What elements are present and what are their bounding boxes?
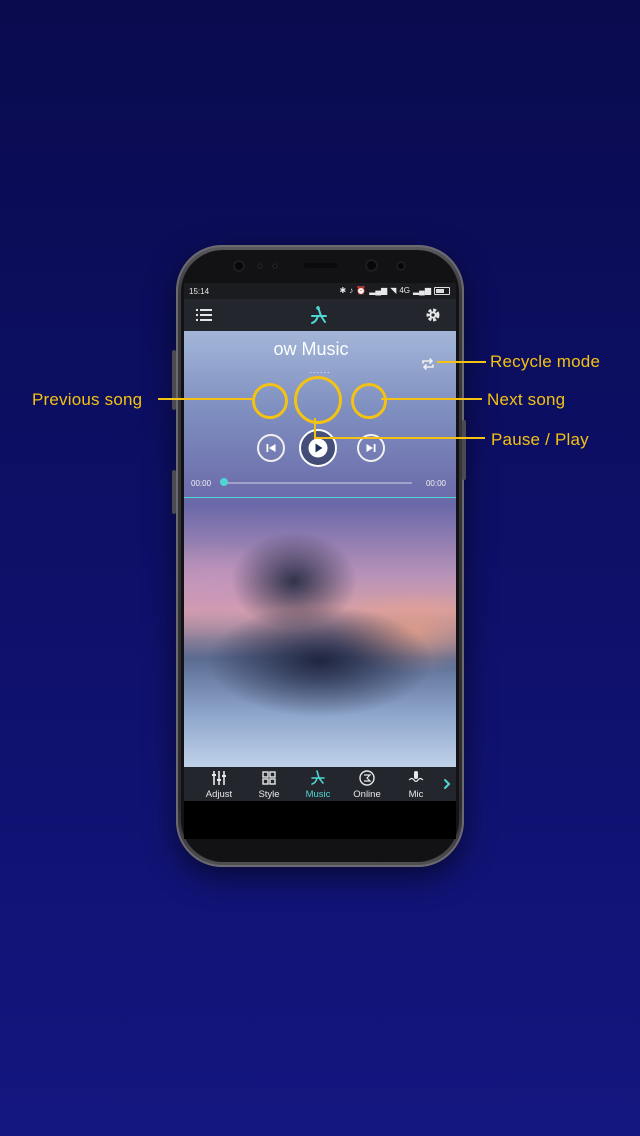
skip-previous-icon (266, 444, 276, 452)
mic-icon (408, 771, 424, 783)
music-note-icon (311, 306, 327, 324)
status-bar: 15:14 ✱ ♪ ⏰ ▂▄▆ ◥ 4G ▂▄▆ (184, 283, 456, 299)
earpiece-speaker (304, 263, 338, 268)
previous-highlight-ring (252, 383, 288, 419)
next-callout-line (381, 398, 482, 400)
tab-label: Style (258, 789, 280, 800)
next-song-label: Next song (487, 390, 566, 409)
tab-online[interactable]: Online (342, 767, 392, 801)
proximity-sensor (396, 261, 406, 271)
iris-scanner (365, 259, 378, 272)
chevron-right-icon[interactable] (442, 777, 452, 791)
status-icons: ✱ ♪ ⏰ ▂▄▆ ◥ 4G ▂▄▆ (340, 286, 450, 295)
play-highlight-ring (294, 376, 342, 424)
equalizer-icon (212, 771, 226, 785)
bottom-tab-bar: Adjust Style Music Online Mic (184, 767, 456, 801)
divider (184, 497, 456, 498)
duration-time: 00:00 (425, 479, 446, 488)
skip-next-icon (366, 444, 376, 452)
bluetooth-icon: ✱ (339, 286, 347, 295)
song-title: ow Music (184, 339, 456, 360)
network-type: 4G (399, 286, 411, 295)
tab-label: Mic (408, 789, 424, 800)
sensor-dot (272, 263, 278, 269)
menu-icon[interactable] (196, 307, 212, 323)
play-pause-button[interactable] (299, 429, 337, 467)
recycle-mode-label: Recycle mode (490, 352, 601, 371)
app-bar (184, 299, 456, 331)
front-camera (233, 260, 245, 272)
silent-icon: ♪ (349, 286, 354, 295)
tab-adjust[interactable]: Adjust (194, 767, 244, 801)
tab-label: Adjust (205, 789, 233, 800)
previous-callout-line (158, 398, 252, 400)
battery-icon (434, 286, 450, 295)
pause-play-label: Pause / Play (491, 430, 589, 449)
tab-label: Music (305, 789, 331, 800)
tab-label: Online (353, 789, 381, 800)
music-note-icon (311, 770, 325, 785)
progress-knob[interactable] (220, 478, 228, 486)
previous-song-button[interactable] (257, 434, 285, 462)
phone-volume-button (172, 350, 176, 410)
tab-mic[interactable]: Mic (391, 767, 441, 801)
play-callout-line-vertical (314, 418, 316, 439)
song-dots: ...... (309, 365, 331, 375)
recycle-callout-line (437, 361, 486, 363)
sensor-dot (257, 263, 263, 269)
grid-icon (262, 771, 276, 785)
play-callout-line-horizontal (314, 437, 485, 439)
elapsed-time: 00:00 (191, 479, 212, 488)
previous-song-label: Previous song (32, 390, 143, 409)
song-title-text: ow Music (273, 339, 349, 359)
tab-style[interactable]: Style (244, 767, 294, 801)
navigation-area (184, 801, 456, 839)
phone-power-button (462, 420, 466, 480)
alarm-icon: ⏰ (356, 286, 367, 295)
signal-icon: ▂▄▆ (369, 286, 388, 295)
phone-side-button (172, 470, 176, 514)
gear-icon[interactable] (424, 306, 442, 324)
progress-track[interactable] (222, 482, 412, 484)
signal-icon: ▂▄▆ (413, 286, 431, 295)
tab-music[interactable]: Music (293, 767, 343, 801)
phone-screen: 15:14 ✱ ♪ ⏰ ▂▄▆ ◥ 4G ▂▄▆ ow Music ......… (184, 283, 456, 839)
status-time: 15:14 (189, 287, 210, 296)
next-highlight-ring (351, 383, 387, 419)
online-icon (359, 770, 375, 786)
wifi-icon: ◥ (390, 286, 397, 295)
repeat-icon[interactable] (420, 357, 436, 371)
